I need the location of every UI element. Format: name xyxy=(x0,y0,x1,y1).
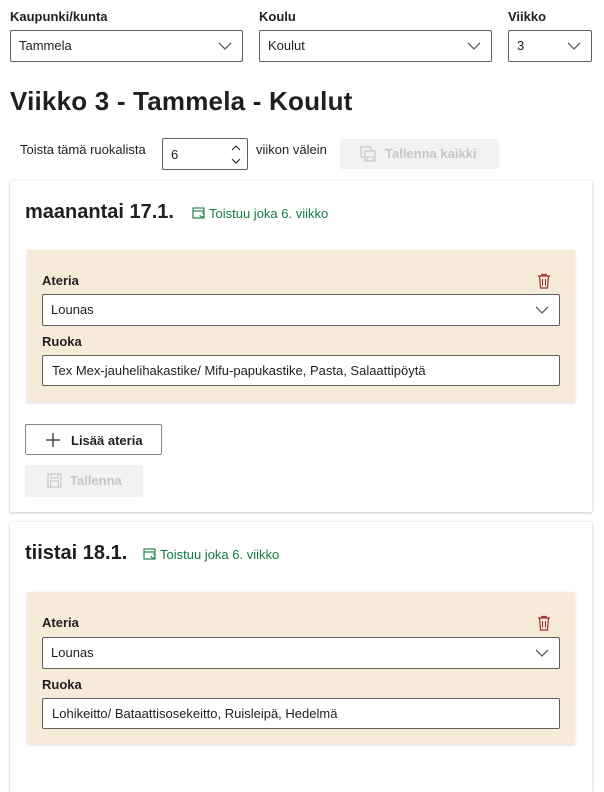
chevron-up-icon[interactable] xyxy=(231,145,241,151)
school-value: Koulut xyxy=(268,38,305,53)
school-label: Koulu xyxy=(259,9,296,24)
plus-icon xyxy=(46,433,60,447)
save-all-icon xyxy=(360,146,376,162)
page-title: Viikko 3 - Tammela - Koulut xyxy=(10,86,353,116)
save-all-button[interactable]: Tallenna kaikki xyxy=(340,139,499,169)
chevron-down-icon xyxy=(567,42,581,50)
recurrence-label: Toistuu joka 6. viikko xyxy=(192,206,328,221)
add-meal-button[interactable]: Lisää ateria xyxy=(25,424,162,455)
week-label: Viikko xyxy=(508,9,547,24)
calendar-repeat-icon xyxy=(143,548,156,560)
repeat-suffix-label: viikon välein xyxy=(256,142,327,157)
city-label: Kaupunki/kunta xyxy=(10,9,108,24)
meal-type-dropdown[interactable]: Lounas xyxy=(42,294,560,326)
meal-card: Ateria Lounas Ruoka Tex Mex-jauhelihakas… xyxy=(27,250,575,402)
repeat-interval-stepper[interactable]: 6 xyxy=(162,138,248,170)
day-card-tuesday: tiistai 18.1. Toistuu joka 6. viikko Ate… xyxy=(10,522,592,792)
chevron-down-icon xyxy=(535,649,549,657)
week-filter: Viikko 3 xyxy=(508,9,592,62)
city-filter: Kaupunki/kunta Tammela xyxy=(10,9,243,62)
recurrence-text: Toistuu joka 6. viikko xyxy=(160,547,280,562)
meal-type-label: Ateria xyxy=(42,273,79,288)
trash-icon[interactable] xyxy=(537,273,551,289)
recurrence-text: Toistuu joka 6. viikko xyxy=(209,206,329,221)
chevron-down-icon xyxy=(467,42,481,50)
school-dropdown[interactable]: Koulut xyxy=(259,30,492,62)
save-label: Tallenna xyxy=(70,473,122,488)
calendar-repeat-icon xyxy=(192,207,205,219)
recurrence-label: Toistuu joka 6. viikko xyxy=(143,547,279,562)
repeat-interval-value: 6 xyxy=(171,147,179,162)
meal-type-dropdown[interactable]: Lounas xyxy=(42,637,560,669)
chevron-down-icon xyxy=(218,42,232,50)
save-button[interactable]: Tallenna xyxy=(25,465,143,497)
add-meal-label: Lisää ateria xyxy=(71,433,143,448)
city-dropdown[interactable]: Tammela xyxy=(10,30,243,62)
food-input[interactable]: Tex Mex-jauhelihakastike/ Mifu-papukasti… xyxy=(42,355,560,386)
food-label: Ruoka xyxy=(42,677,82,692)
save-icon xyxy=(47,473,62,488)
week-dropdown[interactable]: 3 xyxy=(508,30,592,62)
meal-type-label: Ateria xyxy=(42,615,79,630)
trash-icon[interactable] xyxy=(537,615,551,631)
day-card-monday: maanantai 17.1. Toistuu joka 6. viikko A… xyxy=(10,181,592,512)
chevron-down-icon[interactable] xyxy=(231,158,241,164)
day-title: maanantai 17.1. xyxy=(25,201,174,223)
filter-bar: Kaupunki/kunta Tammela Koulu Koulut Viik… xyxy=(10,9,594,65)
meal-type-value: Lounas xyxy=(51,645,94,660)
week-value: 3 xyxy=(517,38,525,53)
day-title: tiistai 18.1. xyxy=(25,542,128,564)
meal-card: Ateria Lounas Ruoka Lohikeitto/ Bataatti… xyxy=(27,592,575,744)
school-filter: Koulu Koulut xyxy=(259,9,492,62)
save-all-label: Tallenna kaikki xyxy=(385,146,477,161)
city-value: Tammela xyxy=(19,38,72,53)
food-input[interactable]: Lohikeitto/ Bataattisosekeitto, Ruisleip… xyxy=(42,698,560,729)
chevron-down-icon xyxy=(535,306,549,314)
food-label: Ruoka xyxy=(42,334,82,349)
repeat-prefix-label: Toista tämä ruokalista xyxy=(20,142,146,157)
meal-type-value: Lounas xyxy=(51,302,94,317)
